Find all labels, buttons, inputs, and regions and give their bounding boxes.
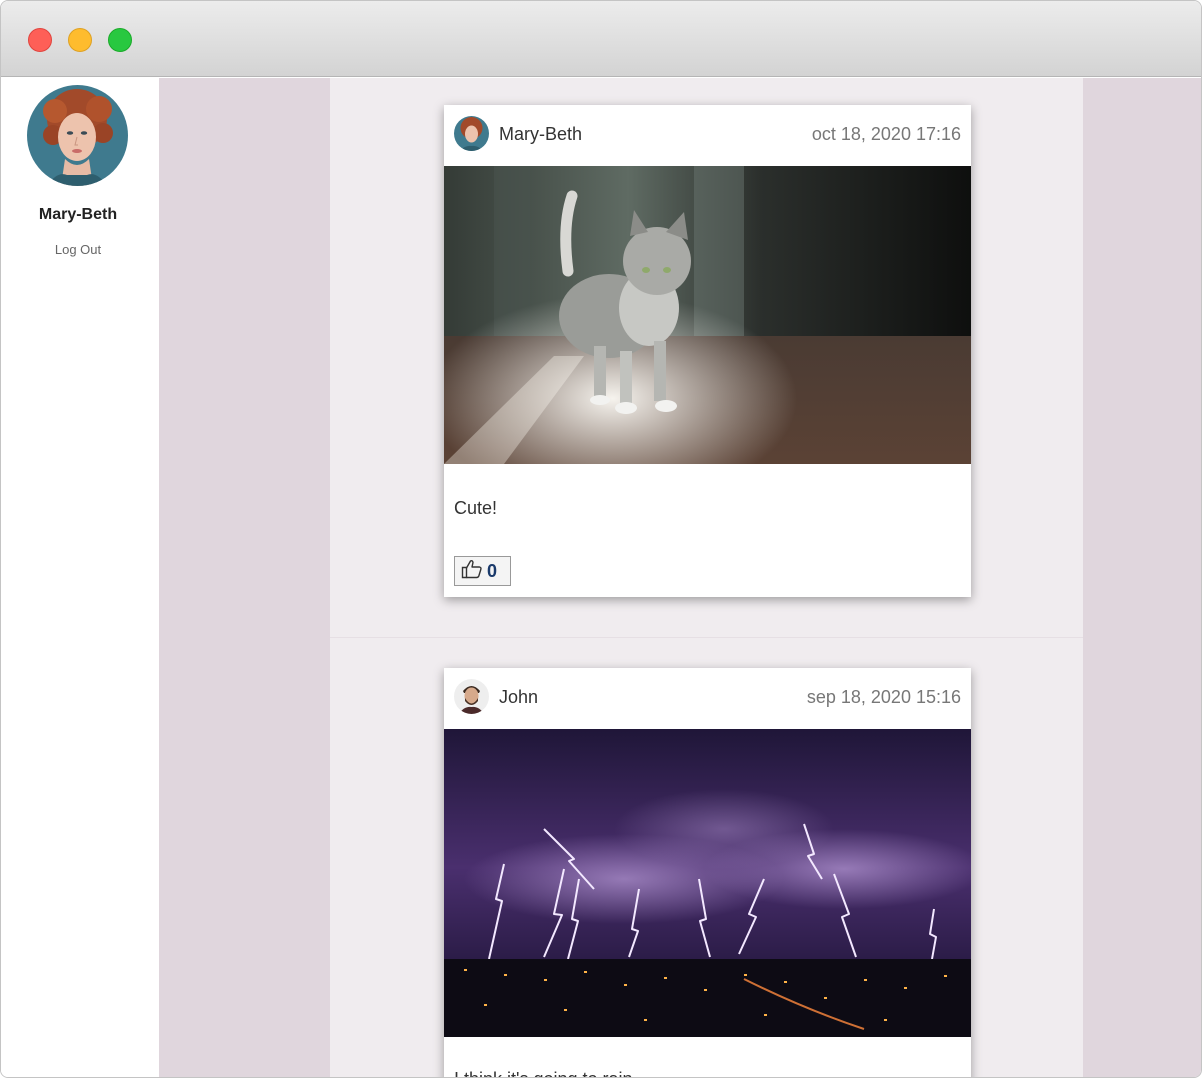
- app-window: Mary-Beth Log Out Mary-Beth oct 18, 2020…: [0, 0, 1202, 1078]
- close-window-button[interactable]: [28, 28, 52, 52]
- post-timestamp: oct 18, 2020 17:16: [811, 124, 961, 144]
- author-avatar[interactable]: [454, 116, 489, 151]
- profile-name: Mary-Beth: [38, 206, 118, 223]
- window-titlebar: [1, 1, 1201, 77]
- profile-avatar[interactable]: [27, 85, 128, 186]
- like-button[interactable]: 0: [454, 556, 511, 586]
- post-feed[interactable]: Mary-Beth oct 18, 2020 17:16 Cute! 0 Joh…: [330, 78, 1083, 1077]
- author-name[interactable]: John: [499, 687, 538, 708]
- post-caption: I think it's going to rain: [454, 1069, 633, 1077]
- left-gutter: [159, 78, 330, 1077]
- thumbs-up-icon: [461, 559, 483, 584]
- like-count: 0: [487, 560, 498, 581]
- minimize-window-button[interactable]: [68, 28, 92, 52]
- post-caption: Cute!: [454, 498, 498, 518]
- maximize-window-button[interactable]: [108, 28, 132, 52]
- post-photo-lightning[interactable]: [444, 729, 971, 1037]
- post-card: John sep 18, 2020 15:16: [444, 668, 971, 1077]
- post-divider: [330, 637, 1083, 638]
- post-header: Mary-Beth oct 18, 2020 17:16: [444, 105, 971, 166]
- post-card: Mary-Beth oct 18, 2020 17:16 Cute! 0: [444, 105, 971, 597]
- post-photo-kitten[interactable]: [444, 166, 971, 464]
- author-avatar[interactable]: [454, 679, 489, 714]
- logout-link[interactable]: Log Out: [1, 242, 155, 257]
- post-timestamp: sep 18, 2020 15:16: [806, 687, 961, 707]
- author-name[interactable]: Mary-Beth: [499, 124, 582, 145]
- post-header: John sep 18, 2020 15:16: [444, 668, 971, 729]
- right-gutter: [1083, 78, 1201, 1077]
- sidebar: Mary-Beth Log Out: [1, 78, 159, 1077]
